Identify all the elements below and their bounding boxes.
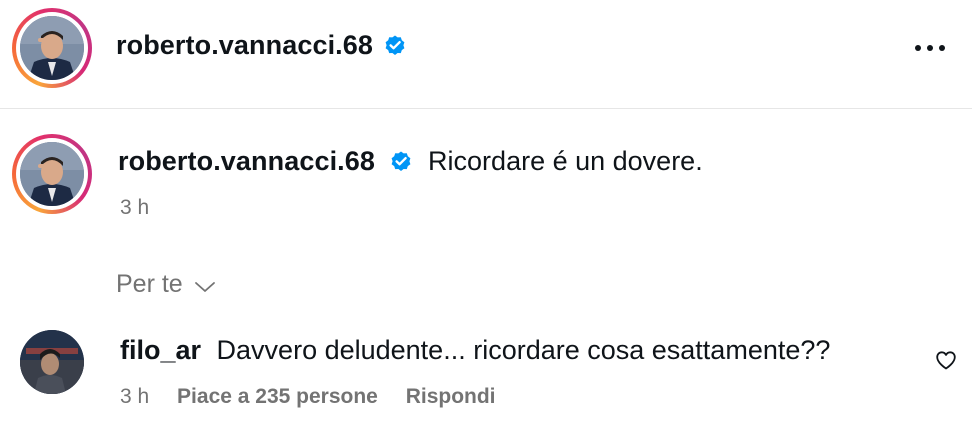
reply-button[interactable]: Rispondi	[406, 385, 496, 408]
comment-username[interactable]: filo_ar	[120, 335, 201, 365]
comment-meta: 3 h Piace a 235 persone Rispondi	[120, 385, 496, 409]
caption-avatar[interactable]	[12, 134, 92, 214]
comment-sort-selector[interactable]: Per te	[116, 270, 216, 299]
commenter-avatar[interactable]	[20, 330, 84, 394]
verified-badge-icon	[391, 151, 410, 171]
more-options-icon[interactable]	[910, 36, 950, 60]
header-username[interactable]: roberto.vannacci.68	[116, 30, 373, 60]
profile-avatar[interactable]	[12, 8, 92, 88]
caption-username[interactable]: roberto.vannacci.68	[118, 146, 375, 176]
post-header: roberto.vannacci.68	[0, 0, 972, 109]
comment-timestamp: 3 h	[120, 385, 150, 408]
comment-text: Davvero deludente... ricordare cosa esat…	[216, 335, 831, 365]
caption-text: Ricordare é un dovere.	[428, 146, 703, 176]
chevron-down-icon	[194, 282, 215, 292]
sort-label: Per te	[116, 270, 183, 298]
comment-line: filo_ar Davvero deludente... ricordare c…	[120, 335, 830, 366]
post-timestamp: 3 h	[120, 196, 150, 219]
verified-badge-icon	[386, 35, 405, 55]
heart-icon[interactable]	[934, 348, 958, 372]
comment-likes[interactable]: Piace a 235 persone	[177, 385, 378, 408]
caption-line: roberto.vannacci.68 Ricordare é un dover…	[118, 146, 703, 177]
header-username-row: roberto.vannacci.68	[116, 30, 407, 61]
